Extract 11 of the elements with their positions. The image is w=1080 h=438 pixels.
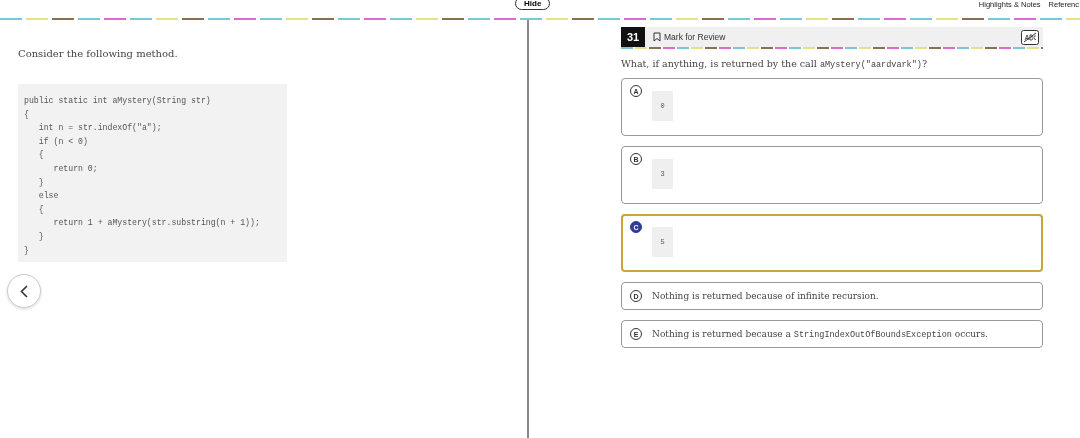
option-text: Nothing is returned because a StringIndexOutOfBoundsException occurs. [652, 328, 988, 340]
hide-button[interactable]: Hide [515, 0, 551, 10]
question-prompt: Consider the following method. [18, 48, 179, 59]
code-block: public static int aMystery(String str) { int n = str.indexOf("a"); if (n < 0) { return 0; } else { return 1 + aMystery(str.substring(n + 1)); } } [18, 84, 287, 262]
mark-for-review-button[interactable]: Mark for Review [653, 32, 726, 42]
option-text: Nothing is returned because of infinite recursion. [652, 291, 879, 301]
answer-eliminator-icon[interactable] [1021, 29, 1039, 45]
chevron-left-icon [20, 284, 28, 298]
back-button[interactable] [7, 274, 41, 308]
question-number: 31 [621, 27, 645, 47]
bookmark-icon [653, 32, 661, 42]
